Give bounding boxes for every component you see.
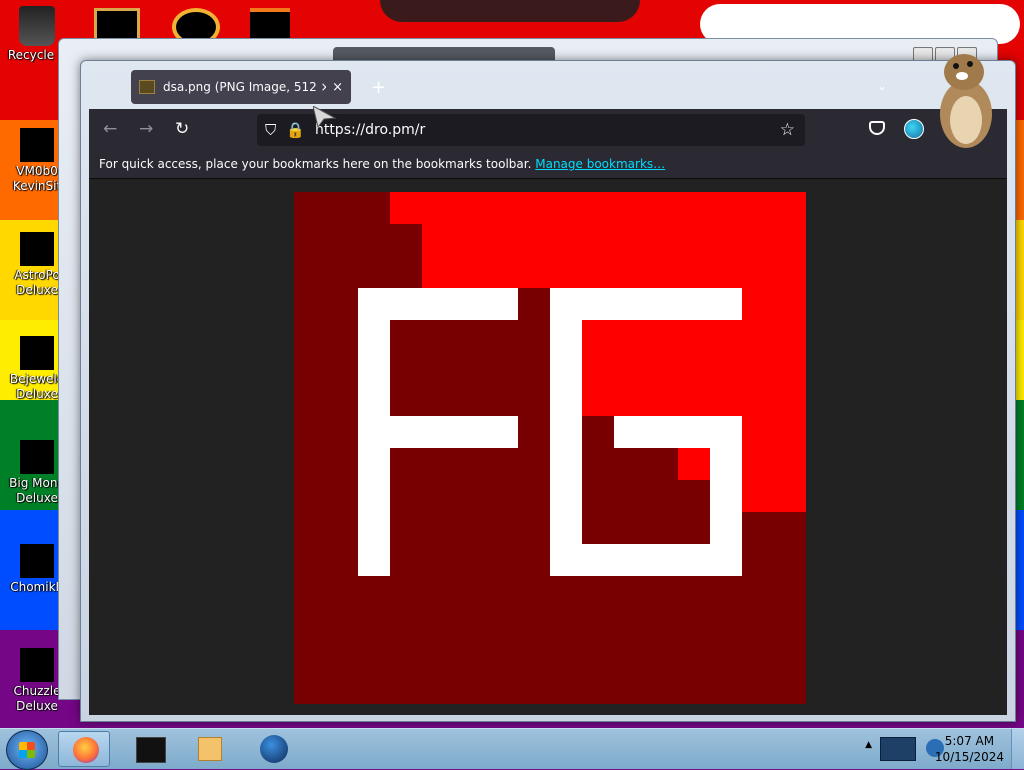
astropop-icon: [20, 232, 54, 266]
clock[interactable]: 5:07 AM 10/15/2024: [935, 733, 1004, 765]
mouse-cursor-icon: [313, 106, 337, 128]
reload-button[interactable]: ↻: [175, 119, 189, 139]
app-icon: [136, 737, 166, 763]
bookmark-star-icon[interactable]: ☆: [780, 120, 795, 140]
letter-g-bar: [614, 416, 742, 448]
list-all-tabs-button[interactable]: ⌄: [877, 79, 887, 93]
taskbar-globe-button[interactable]: [248, 731, 300, 767]
clock-time: 5:07 AM: [944, 734, 995, 748]
media-player-icon: [198, 737, 222, 761]
letter-g-left: [550, 288, 582, 576]
fg-image[interactable]: [294, 192, 806, 704]
tab-dsa-png[interactable]: dsa.png (PNG Image, 512 × 512 ×: [131, 70, 351, 104]
chuzzle-icon: [20, 648, 54, 682]
image-red-block: [422, 224, 806, 288]
vm-icon: [20, 128, 54, 162]
lock-icon[interactable]: 🔒: [286, 121, 305, 139]
firefox-window[interactable]: dsa.png (PNG Image, 512 × 512 × + ⌄ ← → …: [80, 60, 1016, 722]
nav-toolbar: ← → ↻ ⛉ 🔒 https://dro.pm/r ☆: [89, 109, 1007, 151]
image-viewer: [89, 179, 1007, 715]
start-button[interactable]: [6, 730, 48, 770]
taskbar-media-button[interactable]: [184, 731, 236, 767]
big-money-icon: [20, 440, 54, 474]
tray-expand-icon[interactable]: ▲: [865, 740, 872, 750]
bookmarks-toolbar: For quick access, place your bookmarks h…: [89, 151, 1007, 179]
recycle-bin-icon: [19, 6, 55, 46]
desktop-icon-label-line2: Deluxe: [16, 699, 58, 713]
new-tab-button[interactable]: +: [371, 77, 386, 98]
tab-close-icon[interactable]: ×: [332, 80, 343, 95]
taskbar: ▲ 5:07 AM 10/15/2024: [0, 728, 1024, 770]
clock-date: 10/15/2024: [934, 750, 1004, 764]
taskbar-firefox-button[interactable]: [58, 731, 110, 767]
address-bar[interactable]: ⛉ 🔒 https://dro.pm/r ☆: [257, 114, 805, 146]
manage-bookmarks-link[interactable]: Manage bookmarks…: [535, 157, 665, 171]
account-icon[interactable]: [904, 119, 924, 139]
globe-icon: [260, 735, 288, 763]
chomik-icon: [20, 544, 54, 578]
browser-content-frame: ← → ↻ ⛉ 🔒 https://dro.pm/r ☆ For quick a…: [89, 109, 1007, 715]
taskbar-app-button[interactable]: [124, 731, 176, 767]
bookmarks-message: For quick access, place your bookmarks h…: [99, 157, 532, 171]
shield-icon[interactable]: ⛉: [265, 121, 276, 139]
firefox-icon: [73, 737, 99, 763]
tab-strip: dsa.png (PNG Image, 512 × 512 × + ⌄: [89, 69, 1007, 109]
image-red-block: [390, 192, 806, 224]
hamster-mascot-icon: [940, 54, 992, 148]
image-favicon-icon: [139, 80, 155, 94]
bejeweled-icon: [20, 336, 54, 370]
wallpaper-decoration: [380, 0, 640, 22]
forward-button[interactable]: →: [139, 119, 153, 139]
letter-f-middle: [358, 416, 518, 448]
show-desktop-button[interactable]: [1011, 729, 1024, 769]
windows-logo-icon: [19, 742, 35, 758]
letter-f-top: [358, 288, 518, 320]
back-button[interactable]: ←: [103, 119, 117, 139]
image-red-block: [742, 416, 806, 512]
pocket-icon[interactable]: [869, 121, 885, 135]
image-red-block: [678, 448, 710, 480]
tab-title: dsa.png (PNG Image, 512 × 512: [163, 80, 327, 94]
desktop-shortcut-icon[interactable]: [250, 8, 290, 42]
tray-app-icon[interactable]: [880, 737, 916, 761]
